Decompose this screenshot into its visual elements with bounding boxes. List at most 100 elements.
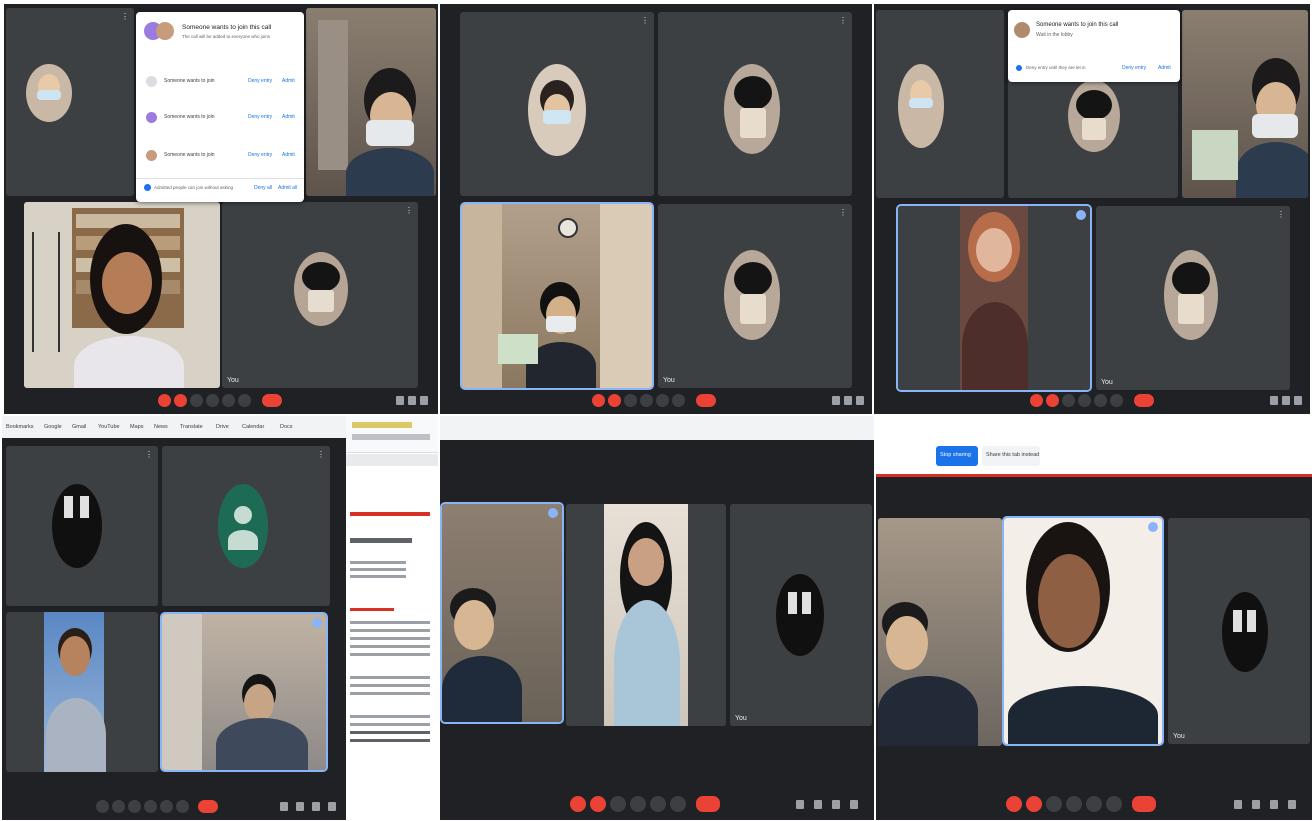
bookmark-item[interactable]: News: [154, 424, 168, 430]
people-icon[interactable]: [296, 802, 304, 811]
raise-hand-icon[interactable]: [1078, 394, 1091, 407]
participant-tile[interactable]: [24, 202, 220, 388]
deny-entry-button[interactable]: Deny entry: [1122, 65, 1146, 71]
participant-tile[interactable]: ⋮ You: [658, 204, 852, 388]
more-options-icon[interactable]: ⋮: [317, 450, 325, 459]
bookmark-item[interactable]: Calendar: [242, 424, 264, 430]
camera-off-icon[interactable]: [1046, 394, 1059, 407]
camera-off-icon[interactable]: [174, 394, 187, 407]
chat-icon[interactable]: [312, 802, 320, 811]
more-options-icon[interactable]: [238, 394, 251, 407]
info-icon[interactable]: [832, 396, 840, 405]
deny-entry-button[interactable]: Deny entry: [248, 152, 272, 158]
present-icon[interactable]: [160, 800, 173, 813]
microphone-off-icon[interactable]: [570, 796, 586, 812]
bookmark-item[interactable]: Docs: [280, 424, 293, 430]
info-icon[interactable]: [1234, 800, 1242, 809]
admit-button[interactable]: Admit: [282, 114, 295, 120]
more-options-icon[interactable]: ⋮: [121, 12, 129, 21]
more-options-icon[interactable]: ⋮: [145, 450, 153, 459]
participant-tile[interactable]: [876, 10, 1004, 198]
participant-tile[interactable]: [440, 502, 564, 724]
more-options-icon[interactable]: ⋮: [839, 16, 847, 25]
more-options-icon[interactable]: [672, 394, 685, 407]
present-icon[interactable]: [1086, 796, 1102, 812]
people-icon[interactable]: [844, 396, 852, 405]
captions-icon[interactable]: [190, 394, 203, 407]
share-this-tab-button[interactable]: Share this tab instead: [982, 446, 1040, 466]
info-icon[interactable]: [1270, 396, 1278, 405]
camera-off-icon[interactable]: [590, 796, 606, 812]
pin-icon[interactable]: [1076, 210, 1086, 220]
camera-icon[interactable]: [112, 800, 125, 813]
chat-icon[interactable]: [420, 396, 428, 405]
captions-icon[interactable]: [1046, 796, 1062, 812]
participant-tile[interactable]: ⋮: [658, 12, 852, 196]
microphone-off-icon[interactable]: [1030, 394, 1043, 407]
more-options-icon[interactable]: ⋮: [405, 206, 413, 215]
info-icon[interactable]: [796, 800, 804, 809]
present-icon[interactable]: [656, 394, 669, 407]
raise-hand-icon[interactable]: [630, 796, 646, 812]
captions-icon[interactable]: [1062, 394, 1075, 407]
more-options-icon[interactable]: ⋮: [1277, 210, 1285, 219]
more-options-icon[interactable]: [1106, 796, 1122, 812]
microphone-icon[interactable]: [96, 800, 109, 813]
end-call-button[interactable]: [1134, 394, 1154, 407]
deny-entry-button[interactable]: Deny entry: [248, 114, 272, 120]
admit-button[interactable]: Admit: [1158, 65, 1171, 71]
end-call-button[interactable]: [696, 796, 720, 812]
participant-tile[interactable]: [896, 204, 1092, 392]
participant-tile[interactable]: [566, 504, 726, 726]
bookmark-item[interactable]: Drive: [216, 424, 229, 430]
microphone-off-icon[interactable]: [1006, 796, 1022, 812]
participant-tile[interactable]: ⋮: [162, 446, 330, 606]
activities-icon[interactable]: [850, 800, 858, 809]
participant-tile[interactable]: You ⋮: [222, 202, 418, 388]
present-icon[interactable]: [1094, 394, 1107, 407]
chat-icon[interactable]: [832, 800, 840, 809]
pin-icon[interactable]: [312, 618, 322, 628]
raise-hand-icon[interactable]: [144, 800, 157, 813]
bookmark-item[interactable]: Bookmarks: [6, 424, 34, 430]
participant-tile[interactable]: [1002, 516, 1164, 746]
more-options-icon[interactable]: ⋮: [839, 208, 847, 217]
participant-tile[interactable]: You: [730, 504, 872, 726]
participant-tile[interactable]: [6, 612, 158, 772]
raise-hand-icon[interactable]: [640, 394, 653, 407]
activities-icon[interactable]: [1288, 800, 1296, 809]
end-call-button[interactable]: [198, 800, 218, 813]
stop-sharing-button[interactable]: Stop sharing: [936, 446, 978, 466]
admit-all-button[interactable]: Admit all: [278, 185, 297, 191]
present-icon[interactable]: [222, 394, 235, 407]
raise-hand-icon[interactable]: [1066, 796, 1082, 812]
captions-icon[interactable]: [610, 796, 626, 812]
participant-tile[interactable]: ⋮ You: [1096, 206, 1290, 390]
people-icon[interactable]: [408, 396, 416, 405]
bookmark-item[interactable]: Gmail: [72, 424, 86, 430]
more-options-icon[interactable]: ⋮: [641, 16, 649, 25]
more-options-icon[interactable]: [1110, 394, 1123, 407]
captions-icon[interactable]: [128, 800, 141, 813]
participant-tile[interactable]: [460, 202, 654, 390]
microphone-off-icon[interactable]: [592, 394, 605, 407]
bookmark-item[interactable]: Translate: [180, 424, 203, 430]
people-icon[interactable]: [1282, 396, 1290, 405]
info-icon[interactable]: [396, 396, 404, 405]
microphone-off-icon[interactable]: [158, 394, 171, 407]
chat-icon[interactable]: [856, 396, 864, 405]
admit-button[interactable]: Admit: [282, 152, 295, 158]
people-icon[interactable]: [1252, 800, 1260, 809]
participant-tile[interactable]: ⋮: [460, 12, 654, 196]
camera-off-icon[interactable]: [608, 394, 621, 407]
raise-hand-icon[interactable]: [206, 394, 219, 407]
participant-tile[interactable]: [878, 518, 1002, 746]
captions-icon[interactable]: [624, 394, 637, 407]
end-call-button[interactable]: [262, 394, 282, 407]
bookmark-item[interactable]: Google: [44, 424, 62, 430]
chat-icon[interactable]: [1294, 396, 1302, 405]
participant-tile[interactable]: [306, 8, 436, 196]
present-icon[interactable]: [650, 796, 666, 812]
people-icon[interactable]: [814, 800, 822, 809]
chat-icon[interactable]: [1270, 800, 1278, 809]
